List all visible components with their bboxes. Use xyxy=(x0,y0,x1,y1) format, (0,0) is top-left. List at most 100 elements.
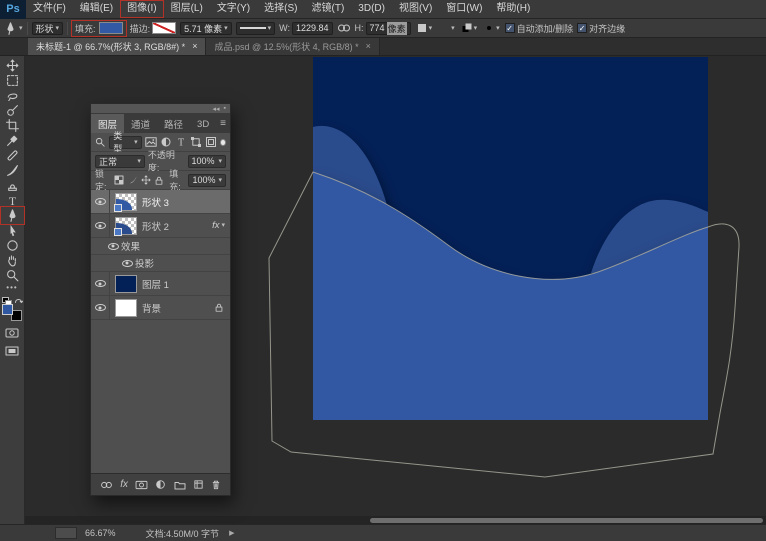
eyedropper-tool[interactable] xyxy=(2,133,23,148)
path-selection-tool[interactable] xyxy=(2,223,23,238)
lock-pixels-icon[interactable] xyxy=(127,174,137,187)
new-layer-icon[interactable] xyxy=(193,479,204,490)
height-input[interactable]: 774像素 xyxy=(366,22,411,35)
status-resize-box[interactable] xyxy=(55,527,77,539)
hand-tool[interactable] xyxy=(2,253,23,268)
menu-item-3d[interactable]: 3D(D) xyxy=(351,0,392,18)
stroke-width-field[interactable]: 5.71 像素▾ xyxy=(180,22,232,35)
brush-tool[interactable] xyxy=(2,163,23,178)
layer-effects-row[interactable]: 效果 xyxy=(91,238,230,255)
layer-fx-badge[interactable]: fx▾ xyxy=(212,220,230,231)
delete-layer-trash-icon[interactable] xyxy=(211,479,221,490)
marquee-tool[interactable] xyxy=(2,73,23,88)
zoom-percentage-field[interactable]: 66.67% xyxy=(85,528,116,538)
screen-mode-button[interactable] xyxy=(2,343,23,358)
menu-item-layer[interactable]: 图层(L) xyxy=(164,0,210,18)
path-operations-button[interactable]: ▾ xyxy=(415,22,434,34)
panel-header-bar[interactable]: ◂◂ ▪ xyxy=(91,104,230,114)
type-tool[interactable]: T xyxy=(2,193,23,208)
tab-3d[interactable]: 3D xyxy=(190,114,216,133)
menu-item-filter[interactable]: 滤镜(T) xyxy=(305,0,352,18)
visibility-eye-icon[interactable] xyxy=(91,190,110,213)
horizontal-scrollbar-track[interactable] xyxy=(25,516,766,524)
filter-pixel-layers-icon[interactable] xyxy=(145,136,157,149)
close-icon[interactable]: × xyxy=(192,42,197,51)
filter-type-layers-icon[interactable]: T xyxy=(175,136,187,149)
auto-add-delete-option[interactable]: ✓ 自动添加/删除 xyxy=(505,22,574,35)
healing-brush-tool[interactable] xyxy=(2,148,23,163)
document-tab-finished[interactable]: 成品.psd @ 12.5%(形状 4, RGB/8) * × xyxy=(206,38,379,55)
lock-transparency-icon[interactable] xyxy=(114,174,124,187)
add-mask-icon[interactable] xyxy=(135,480,148,490)
menu-item-file[interactable]: 文件(F) xyxy=(26,0,73,18)
tool-mode-select[interactable]: 形状▾ xyxy=(32,22,64,35)
visibility-eye-icon[interactable] xyxy=(105,238,121,254)
zoom-tool[interactable] xyxy=(2,268,23,283)
menu-item-view[interactable]: 视图(V) xyxy=(392,0,439,18)
layer-row-layer1[interactable]: 图层 1 xyxy=(91,272,230,296)
tab-paths[interactable]: 路径 xyxy=(157,114,190,133)
gear-settings-button[interactable]: ▾ xyxy=(482,22,501,34)
swap-colors-icon[interactable] xyxy=(14,297,23,304)
document-canvas[interactable] xyxy=(313,57,708,420)
move-tool[interactable] xyxy=(2,58,23,73)
layer-row-shape3[interactable]: 形状 3 xyxy=(91,190,230,214)
menu-item-edit[interactable]: 编辑(E) xyxy=(73,0,120,18)
filter-adjustment-layers-icon[interactable] xyxy=(160,136,172,149)
layer-row-shape2[interactable]: 形状 2 fx▾ xyxy=(91,214,230,238)
visibility-eye-icon[interactable] xyxy=(91,272,110,295)
layer-thumbnail[interactable] xyxy=(115,217,137,235)
lasso-tool[interactable] xyxy=(2,88,23,103)
horizontal-scrollbar-thumb[interactable] xyxy=(370,518,763,523)
menu-item-type[interactable]: 文字(Y) xyxy=(210,0,257,18)
filter-toggle[interactable] xyxy=(220,139,226,146)
menu-item-select[interactable]: 选择(S) xyxy=(257,0,304,18)
panel-menu-icon[interactable]: ≡ xyxy=(220,114,230,133)
close-icon[interactable]: × xyxy=(366,42,371,51)
stroke-color-swatch[interactable] xyxy=(152,22,176,34)
panel-close-icon[interactable]: ▪ xyxy=(224,105,226,112)
shape-tool[interactable] xyxy=(2,238,23,253)
status-options-arrow-icon[interactable]: ▶ xyxy=(229,529,234,537)
lock-all-icon[interactable] xyxy=(154,174,164,187)
pen-tool[interactable] xyxy=(2,208,23,223)
more-tools-icon[interactable]: ••• xyxy=(6,283,17,295)
filter-kind-select[interactable]: 类型▾ xyxy=(109,136,141,149)
path-arrangement-button[interactable]: ▾ xyxy=(460,22,479,34)
layer-thumbnail[interactable] xyxy=(115,193,137,211)
quick-mask-button[interactable] xyxy=(2,325,23,340)
lock-position-icon[interactable] xyxy=(141,174,151,187)
checkbox-checked-icon[interactable]: ✓ xyxy=(577,23,587,33)
width-input[interactable]: 1229.84 xyxy=(292,22,333,35)
workspace-pasteboard[interactable]: ◂◂ ▪ 图层 通道 路径 3D ≡ 类型▾ T xyxy=(25,56,766,524)
filter-smart-objects-icon[interactable] xyxy=(205,136,217,149)
foreground-color-swatch[interactable] xyxy=(2,304,13,315)
new-group-folder-icon[interactable] xyxy=(174,480,186,490)
checkbox-checked-icon[interactable]: ✓ xyxy=(505,23,515,33)
visibility-eye-icon[interactable] xyxy=(91,296,110,319)
blend-mode-select[interactable]: 正常▾ xyxy=(95,155,145,168)
menu-item-window[interactable]: 窗口(W) xyxy=(439,0,489,18)
layer-fill-select[interactable]: 100%▾ xyxy=(188,174,226,187)
path-alignment-button[interactable]: ▾ xyxy=(437,22,456,34)
link-layers-icon[interactable] xyxy=(100,480,113,490)
layer-thumbnail[interactable] xyxy=(115,275,137,293)
clone-stamp-tool[interactable] xyxy=(2,178,23,193)
menu-item-help[interactable]: 帮助(H) xyxy=(489,0,537,18)
fill-color-swatch[interactable] xyxy=(99,22,123,34)
quick-selection-tool[interactable] xyxy=(2,103,23,118)
layer-style-icon[interactable]: fx xyxy=(120,479,128,490)
layer-dropshadow-row[interactable]: 投影 xyxy=(91,255,230,272)
tool-preset-picker[interactable]: ▾ xyxy=(4,22,23,35)
opacity-select[interactable]: 100%▾ xyxy=(188,155,226,168)
align-edges-option[interactable]: ✓ 对齐边缘 xyxy=(577,22,625,35)
menu-item-image[interactable]: 图像(I) xyxy=(120,0,163,18)
crop-tool[interactable] xyxy=(2,118,23,133)
document-tab-untitled[interactable]: 未标题-1 @ 66.7%(形状 3, RGB/8#) * × xyxy=(28,38,206,55)
layer-row-background[interactable]: 背景 xyxy=(91,296,230,320)
visibility-eye-icon[interactable] xyxy=(91,214,110,237)
filter-shape-layers-icon[interactable] xyxy=(190,136,202,149)
visibility-eye-icon[interactable] xyxy=(119,255,135,271)
layer-thumbnail[interactable] xyxy=(115,299,137,317)
default-colors-icon[interactable] xyxy=(2,297,9,303)
